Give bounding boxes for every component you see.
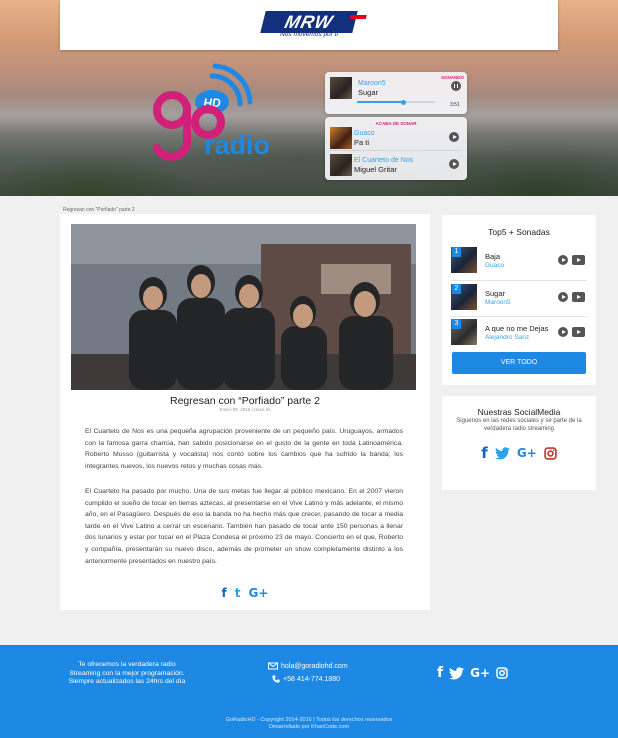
now-playing-progress-fill <box>357 101 404 103</box>
band-photo <box>71 224 416 390</box>
youtube-icon[interactable] <box>572 255 585 265</box>
mrw-logo[interactable]: MRW <box>260 11 367 33</box>
article-title: Regresan con “Porfiado” parte 2 <box>170 395 320 407</box>
mrw-logo-text: MRW <box>282 12 336 32</box>
now-playing-artist[interactable]: Maroon5 <box>358 80 386 87</box>
top5-artist[interactable]: Alejandro Sanz <box>485 334 529 341</box>
recent-cover-2 <box>330 154 352 176</box>
top5-play-button[interactable] <box>558 255 568 265</box>
top5-song: Sugar <box>485 289 506 298</box>
pause-icon-bar-right <box>456 84 458 88</box>
youtube-play-glyph <box>577 257 581 262</box>
facebook-icon[interactable]: f <box>437 665 443 681</box>
footer-copyright: GoRadioHD - Copyright 2014-2016 | Todos … <box>0 717 618 731</box>
top5-artist[interactable]: Maroon5 <box>485 299 511 306</box>
footer-description: Te ofrecemos la verdadera radio Streamin… <box>68 661 186 686</box>
recent-artist-2[interactable]: El Cuarteto de Nos <box>354 157 413 164</box>
recent-divider <box>331 150 461 151</box>
hero-banner: MRW Nos movemos por ti HD radio SONANDO … <box>0 0 618 196</box>
pause-button[interactable] <box>451 81 461 91</box>
play-icon <box>452 134 457 139</box>
top5-widget: Top5 + Sonadas 1 Baja Guaco 2 Sugar Maro… <box>442 215 596 385</box>
mrw-logo-stripe <box>349 15 367 19</box>
twitter-icon[interactable] <box>449 666 465 680</box>
footer-social-icons: f G+ <box>437 665 508 681</box>
now-playing-cover <box>330 77 352 99</box>
instagram-icon[interactable] <box>496 667 508 679</box>
footer-phone-text[interactable]: +58 414-774.1880 <box>283 676 340 683</box>
article-meta: Enero 08, 2016 | Hace 5s <box>219 407 271 412</box>
recent-play-button-2[interactable] <box>449 159 459 169</box>
top5-item[interactable]: 3 A que no me Dejas Alejandro Sanz <box>451 317 587 347</box>
phone-icon <box>272 675 280 683</box>
top5-rank: 3 <box>452 319 461 329</box>
youtube-play-glyph <box>577 294 581 299</box>
breadcrumb[interactable]: Regresan con "Porfiado" parte 2 <box>63 207 135 213</box>
now-playing-time: 3:51 <box>450 102 460 108</box>
pause-icon-bar-left <box>454 84 456 88</box>
play-icon <box>452 161 457 166</box>
logo-radio-text: radio <box>204 130 270 160</box>
top5-play-button[interactable] <box>558 292 568 302</box>
top5-play-button[interactable] <box>558 327 568 337</box>
top5-divider <box>451 280 587 281</box>
copyright-text: GoRadioHD - Copyright 2014-2016 | Todos … <box>225 717 393 723</box>
footer-email-text[interactable]: hola@goradiohd.com <box>281 663 348 670</box>
recent-title-2: Miguel Gritar <box>354 165 397 174</box>
article-paragraph-1: El Cuarteto de Nos es una pequeña agrupa… <box>85 428 403 470</box>
recently-played-card: ACABA DE SONAR Guaco Pa ti El Cuarteto d… <box>325 117 467 180</box>
top5-rank: 2 <box>452 284 461 294</box>
recent-cover-1 <box>330 127 352 149</box>
top5-artist[interactable]: Guaco <box>485 262 504 269</box>
play-icon <box>561 257 566 262</box>
share-bar: f t G+ <box>60 586 430 600</box>
footer-phone[interactable]: +58 414-774.1880 <box>272 675 340 683</box>
recently-played-label: ACABA DE SONAR <box>375 121 417 126</box>
facebook-icon[interactable]: f <box>481 444 488 462</box>
top5-rank: 1 <box>452 247 461 257</box>
article-paragraph-2: El Cuarteto ha pasado por mucho. Una de … <box>85 488 403 565</box>
article-photo <box>71 224 416 390</box>
play-icon <box>561 294 566 299</box>
mail-icon <box>268 662 278 670</box>
facebook-icon[interactable]: f <box>222 586 227 600</box>
top5-item[interactable]: 1 Baja Guaco <box>451 245 587 275</box>
youtube-icon[interactable] <box>572 292 585 302</box>
social-icons: f G+ <box>442 444 596 462</box>
top5-title: Top5 + Sonadas <box>488 227 550 237</box>
now-playing-title: Sugar <box>358 88 379 97</box>
recent-title-1: Pa ti <box>354 138 370 147</box>
youtube-play-glyph <box>577 329 581 334</box>
mrw-tagline: Nos movemos por ti <box>280 31 338 38</box>
now-playing-progress[interactable] <box>357 99 435 105</box>
sponsor-bar: MRW Nos movemos por ti <box>60 0 558 50</box>
gplus-icon[interactable]: G+ <box>470 666 490 680</box>
twitter-icon[interactable] <box>494 446 510 460</box>
now-playing-progress-knob[interactable] <box>401 99 407 105</box>
article-card: Regresan con “Porfiado” parte 2 Enero 08… <box>60 214 430 610</box>
social-subtitle: Siguenos en las redes sociales y se part… <box>456 418 582 432</box>
developer-credit[interactable]: Desarrollado por KhanCode.com <box>0 724 618 731</box>
footer: Te ofrecemos la verdadera radio Streamin… <box>0 645 618 738</box>
social-widget: Nuestras SocialMedia Siguenos en las red… <box>442 396 596 490</box>
top5-song: A que no me Dejas <box>485 324 549 333</box>
play-icon <box>561 329 566 334</box>
top5-item[interactable]: 2 Sugar Maroon5 <box>451 282 587 312</box>
recent-play-button-1[interactable] <box>449 132 459 142</box>
gplus-icon[interactable]: G+ <box>517 446 537 460</box>
youtube-icon[interactable] <box>572 327 585 337</box>
hero-haze <box>0 95 618 135</box>
recent-artist-1[interactable]: Guaco <box>354 130 375 137</box>
social-title: Nuestras SocialMedia <box>477 407 561 417</box>
instagram-icon[interactable] <box>543 446 557 460</box>
footer-email[interactable]: hola@goradiohd.com <box>268 662 348 670</box>
top5-song: Baja <box>485 252 501 261</box>
ver-todo-button[interactable]: VER TODO <box>452 352 586 374</box>
gplus-icon[interactable]: G+ <box>249 586 269 600</box>
goradio-logo[interactable]: HD radio <box>152 62 292 174</box>
now-playing-badge: SONANDO <box>441 75 465 80</box>
twitter-icon[interactable]: t <box>235 586 241 600</box>
now-playing-card: SONANDO Maroon5 Sugar 3:51 <box>325 72 467 114</box>
